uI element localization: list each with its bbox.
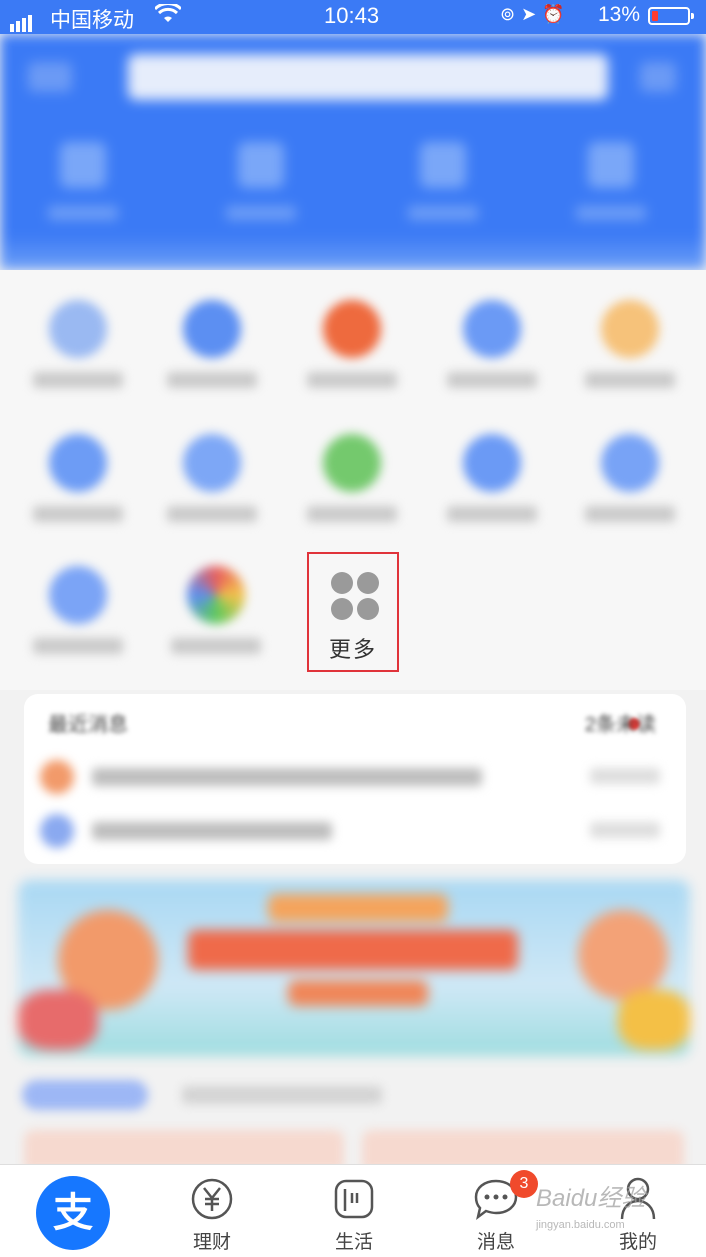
- tab-label: 生活: [334, 1232, 373, 1253]
- status-bar: 中国移动 10:43 ⊚➤⏰ 13%: [0, 0, 706, 34]
- home-header: [0, 34, 706, 270]
- search-bar[interactable]: [128, 54, 608, 100]
- location-icon: ➤: [521, 4, 543, 24]
- app-item[interactable]: [292, 300, 412, 388]
- tab-label: 理财: [192, 1232, 231, 1253]
- message-row[interactable]: [40, 810, 660, 850]
- watermark-brand: Baidu经验: [536, 1185, 646, 1212]
- app-item[interactable]: [570, 434, 690, 522]
- app-item[interactable]: [18, 300, 138, 388]
- recent-messages-title: 最近消息: [48, 714, 128, 736]
- news-row[interactable]: [22, 1074, 684, 1118]
- tab-life[interactable]: 生活: [294, 1165, 414, 1257]
- alipay-home-button[interactable]: 支: [36, 1176, 110, 1250]
- message-row[interactable]: [40, 756, 660, 796]
- status-icons: ⊚➤⏰: [500, 4, 571, 25]
- baidu-watermark: Baidu经验 jingyan.baidu.com: [536, 1178, 686, 1248]
- header-shortcut-3[interactable]: [398, 142, 488, 220]
- app-item[interactable]: [570, 300, 690, 388]
- header-shortcut-4[interactable]: [566, 142, 656, 220]
- tab-wealth[interactable]: 理财: [152, 1165, 272, 1257]
- yuan-icon: [191, 1178, 233, 1220]
- signal-icon: [10, 8, 34, 32]
- rotation-lock-icon: ⊚: [500, 4, 522, 24]
- watermark-url: jingyan.baidu.com: [536, 1219, 625, 1231]
- app-item[interactable]: [18, 566, 138, 654]
- more-label: 更多: [328, 637, 377, 662]
- wifi-icon: [153, 2, 183, 30]
- battery-percent: 13%: [598, 3, 641, 26]
- header-shortcut-2[interactable]: [216, 142, 306, 220]
- app-item[interactable]: [156, 566, 276, 654]
- carrier-name: 中国移动: [50, 9, 134, 32]
- app-item[interactable]: [292, 434, 412, 522]
- recent-messages-card[interactable]: 最近消息 2条未读: [24, 694, 686, 864]
- header-shortcut-1[interactable]: [38, 142, 128, 220]
- battery-icon: [648, 7, 694, 25]
- app-item[interactable]: [18, 434, 138, 522]
- app-item[interactable]: [152, 300, 272, 388]
- app-item[interactable]: [432, 434, 552, 522]
- promo-banner[interactable]: [18, 880, 690, 1056]
- life-icon: [334, 1179, 374, 1219]
- add-icon[interactable]: [640, 62, 676, 92]
- app-item[interactable]: [432, 300, 552, 388]
- scan-icon[interactable]: [28, 62, 72, 92]
- unread-count[interactable]: 2条未读: [585, 708, 656, 737]
- message-badge: 3: [510, 1170, 538, 1198]
- grid-more-icon: [331, 572, 379, 620]
- app-item[interactable]: [152, 434, 272, 522]
- more-button[interactable]: 更多: [307, 552, 399, 672]
- alarm-icon: ⏰: [542, 4, 571, 24]
- clock: 10:43: [324, 3, 380, 28]
